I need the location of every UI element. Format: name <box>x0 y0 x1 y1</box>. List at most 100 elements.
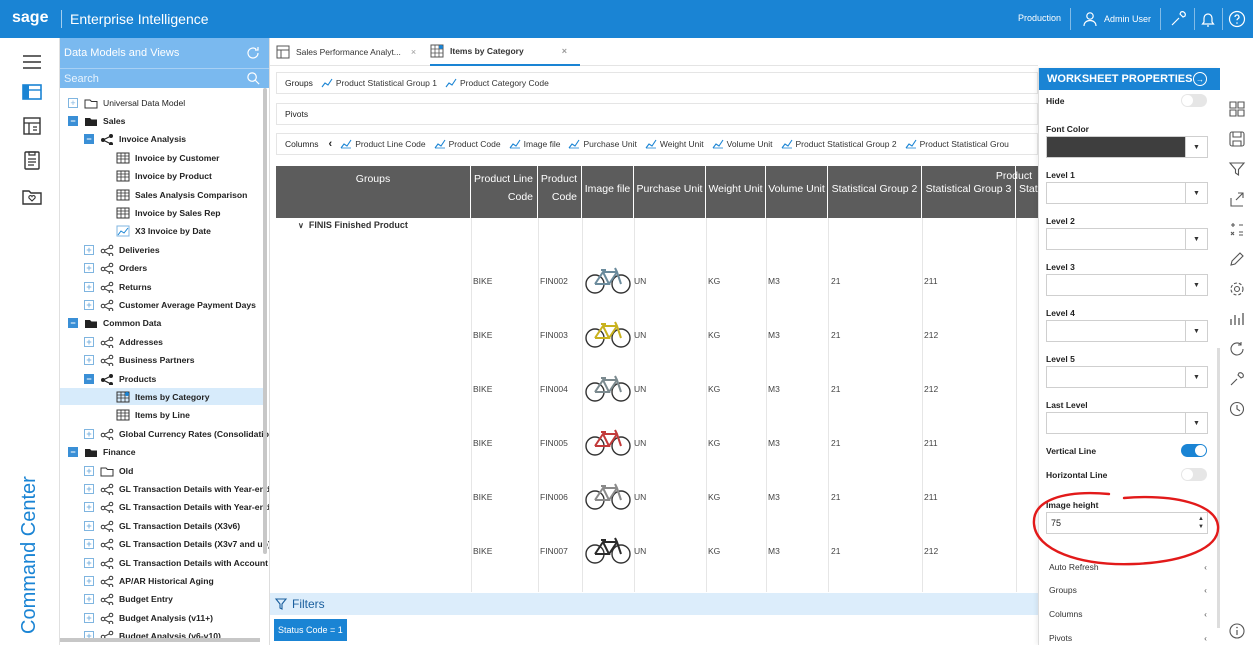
expand-icon[interactable]: + <box>84 355 94 366</box>
cell-statistical-group-3[interactable]: 211 <box>924 438 938 448</box>
cell-product-code[interactable]: FIN003 <box>540 330 568 340</box>
save-icon[interactable] <box>1228 130 1246 148</box>
notification-bell-icon[interactable] <box>1198 9 1218 29</box>
tree-item[interactable]: + Addresses <box>84 333 163 350</box>
tools-icon[interactable] <box>1168 9 1188 29</box>
horizontal-line-toggle[interactable] <box>1181 468 1207 481</box>
expand-icon[interactable]: + <box>84 244 94 255</box>
image-height-input[interactable]: 75 ▲ ▼ <box>1046 512 1208 534</box>
header-product-line-code[interactable]: Product Line Code <box>471 166 538 218</box>
expand-icon[interactable]: + <box>84 575 94 586</box>
tree-item[interactable]: + Budget Entry <box>84 591 173 608</box>
tree-item[interactable]: + AP/AR Historical Aging <box>84 572 214 589</box>
tree-item[interactable]: + Orders <box>84 260 147 277</box>
product-image[interactable] <box>584 532 632 566</box>
pivots-strip[interactable]: Pivots <box>276 103 1038 125</box>
column-chip[interactable]: Product Line Code <box>340 139 426 149</box>
expand-icon[interactable]: + <box>84 612 94 623</box>
cell-volume-unit[interactable]: M3 <box>768 384 780 394</box>
close-tab-icon[interactable]: × <box>411 47 416 57</box>
cell-volume-unit[interactable]: M3 <box>768 438 780 448</box>
expand-icon[interactable]: + <box>84 336 94 347</box>
collapse-icon[interactable]: − <box>68 115 78 126</box>
cell-product-line-code[interactable]: BIKE <box>473 546 492 556</box>
cell-volume-unit[interactable]: M3 <box>768 330 780 340</box>
cell-statistical-group-3[interactable]: 212 <box>924 546 938 556</box>
dashboard-icon[interactable] <box>20 114 44 138</box>
cell-statistical-group-3[interactable]: 211 <box>924 492 938 502</box>
cell-product-line-code[interactable]: BIKE <box>473 492 492 502</box>
brand-logo[interactable]: sage <box>12 9 48 27</box>
expand-icon[interactable]: + <box>84 483 94 494</box>
filter-icon[interactable] <box>1228 160 1246 178</box>
expand-icon[interactable]: + <box>84 263 94 274</box>
tree-item[interactable]: + Deliveries <box>84 241 160 258</box>
expand-icon[interactable]: + <box>84 557 94 568</box>
tools-icon[interactable] <box>1228 370 1246 388</box>
expand-icon[interactable]: + <box>68 97 78 108</box>
folder-heart-icon[interactable] <box>20 184 44 208</box>
expand-icon[interactable]: + <box>84 299 94 310</box>
tree-item[interactable]: + Old <box>84 462 133 479</box>
header-product-code[interactable]: Product Code <box>538 166 582 218</box>
cell-product-code[interactable]: FIN007 <box>540 546 568 556</box>
expand-icon[interactable]: + <box>84 281 94 292</box>
tree-item[interactable]: − Finance <box>68 444 135 461</box>
cell-weight-unit[interactable]: KG <box>708 330 720 340</box>
help-icon[interactable] <box>1227 9 1247 29</box>
hamburger-menu-icon[interactable] <box>20 50 44 74</box>
expand-icon[interactable]: + <box>84 465 94 476</box>
collapse-icon[interactable]: − <box>68 318 78 329</box>
filters-bar[interactable]: Filters <box>270 593 1038 615</box>
hide-toggle[interactable] <box>1181 94 1207 107</box>
tree-item[interactable]: − Products <box>84 370 156 387</box>
level-1-select[interactable]: ▼ <box>1046 182 1208 204</box>
level-5-select[interactable]: ▼ <box>1046 366 1208 388</box>
tree-item[interactable]: Items by Line <box>100 407 190 424</box>
cell-volume-unit[interactable]: M3 <box>768 276 780 286</box>
cell-volume-unit[interactable]: M3 <box>768 546 780 556</box>
product-image[interactable] <box>584 316 632 350</box>
vertical-line-toggle[interactable] <box>1181 444 1207 457</box>
expand-icon[interactable]: + <box>84 520 94 531</box>
cell-product-code[interactable]: FIN006 <box>540 492 568 502</box>
group-row[interactable]: ∨ FINIS Finished Product <box>298 220 408 230</box>
section-columns[interactable]: Columns ‹ <box>1049 609 1209 619</box>
product-image[interactable] <box>584 424 632 458</box>
product-image[interactable] <box>584 262 632 296</box>
tree-item[interactable]: + Customer Average Payment Days <box>84 296 256 313</box>
tree-item[interactable]: + GL Transaction Details (X3v6) <box>84 517 240 534</box>
header-weight-unit[interactable]: Weight Unit <box>706 166 766 218</box>
column-chip[interactable]: Image file <box>509 139 560 149</box>
cell-product-code[interactable]: FIN005 <box>540 438 568 448</box>
group-chip[interactable]: Product Statistical Group 1 <box>321 78 437 88</box>
cell-purchase-unit[interactable]: UN <box>634 330 646 340</box>
section-groups[interactable]: Groups ‹ <box>1049 585 1209 595</box>
cell-product-code[interactable]: FIN004 <box>540 384 568 394</box>
header-volume-unit[interactable]: Volume Unit <box>766 166 828 218</box>
cell-volume-unit[interactable]: M3 <box>768 492 780 502</box>
calculator-icon[interactable] <box>1228 220 1246 238</box>
tree-item[interactable]: Sales Analysis Comparison <box>100 186 247 203</box>
collapse-panel-icon[interactable]: → <box>1193 72 1207 86</box>
section-pivots[interactable]: Pivots ‹ <box>1049 633 1209 643</box>
user-menu[interactable]: Admin User <box>1082 9 1151 29</box>
chart-icon[interactable] <box>1228 310 1246 328</box>
cell-product-line-code[interactable]: BIKE <box>473 330 492 340</box>
column-chip[interactable]: Product Statistical Group 2 <box>781 139 897 149</box>
cell-purchase-unit[interactable]: UN <box>634 546 646 556</box>
status-filter-chip[interactable]: Status Code = 1 <box>274 619 347 641</box>
cell-weight-unit[interactable]: KG <box>708 492 720 502</box>
report-icon[interactable] <box>20 148 44 172</box>
tab-sales-performance[interactable]: Sales Performance Analyt... × <box>276 38 416 66</box>
column-chip[interactable]: Weight Unit <box>645 139 704 149</box>
tree-item[interactable]: − Common Data <box>68 315 161 332</box>
cell-product-code[interactable]: FIN002 <box>540 276 568 286</box>
header-purchase-unit[interactable]: Purchase Unit <box>634 166 706 218</box>
last-level-select[interactable]: ▼ <box>1046 412 1208 434</box>
font-color-select[interactable]: ▼ <box>1046 136 1208 158</box>
groups-strip[interactable]: Groups Product Statistical Group 1 Produ… <box>276 72 1038 94</box>
level-3-select[interactable]: ▼ <box>1046 274 1208 296</box>
environment-label[interactable]: Production <box>1018 13 1061 23</box>
collapse-icon[interactable]: − <box>68 447 78 458</box>
